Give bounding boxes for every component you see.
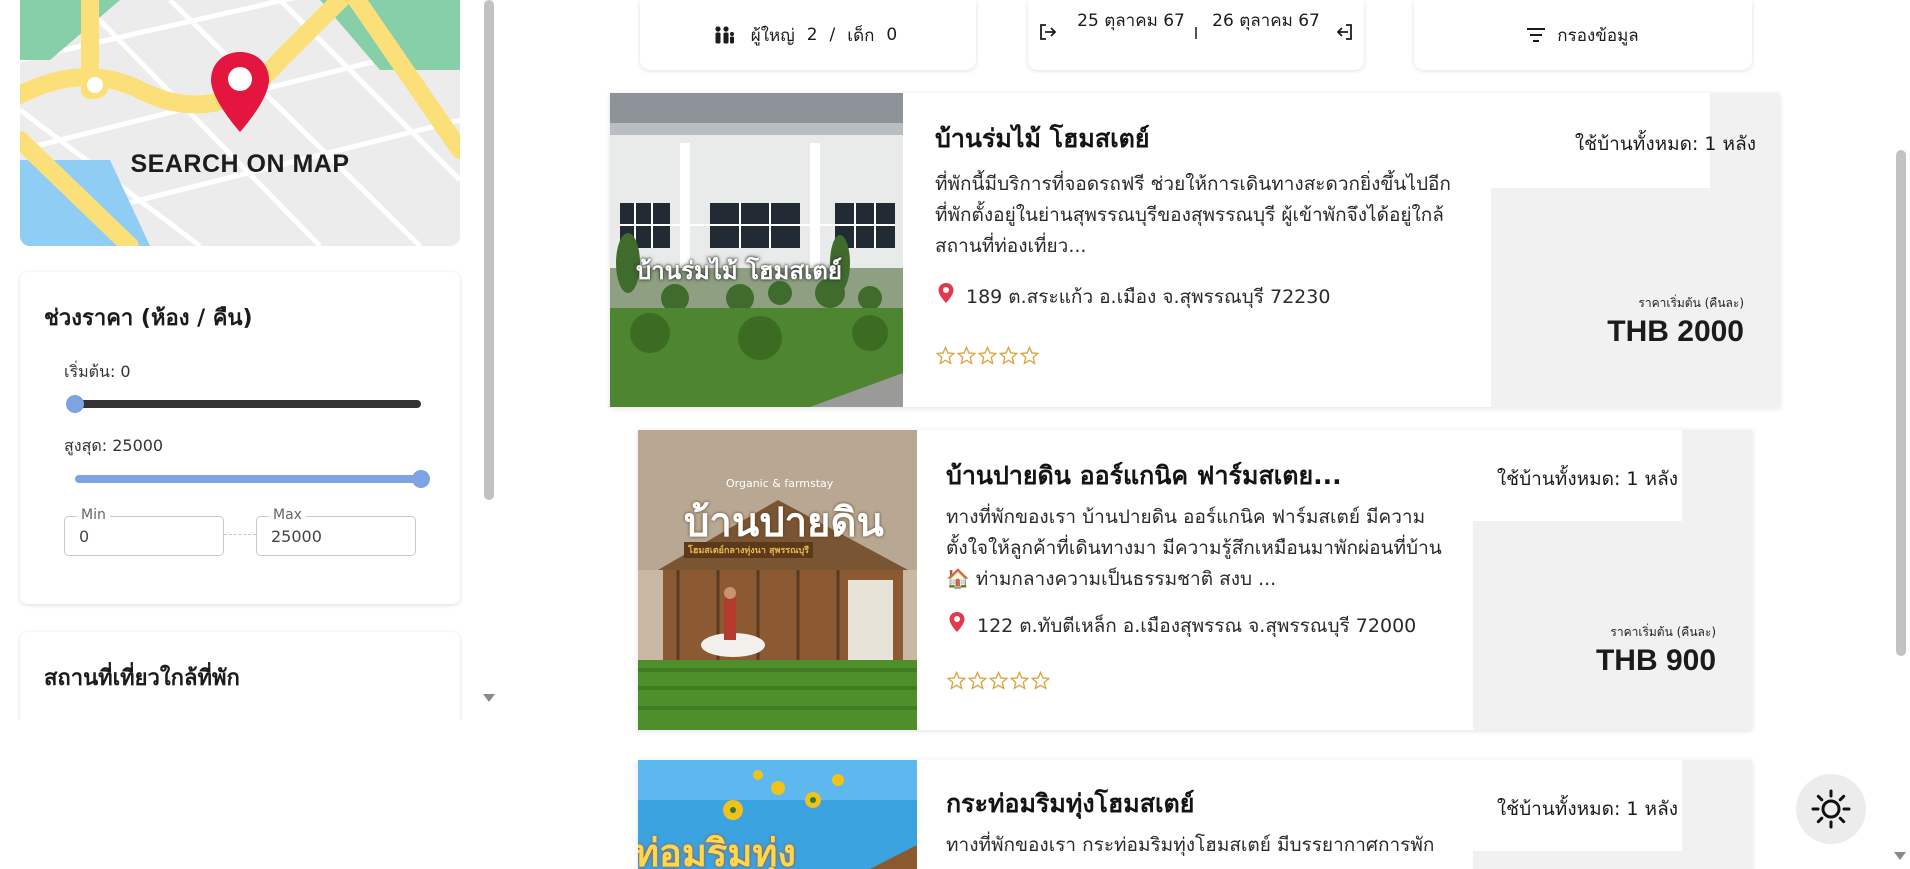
price-range-card: ช่วงราคา (ห้อง / คืน) เริ่มต้น: 0 สูงสุด… [20, 272, 460, 604]
max-price-slider-thumb[interactable] [412, 470, 430, 488]
filter-icon [1527, 28, 1546, 42]
main-scroll-down-arrow[interactable] [1894, 852, 1906, 860]
max-price-label: สูงสุด: 25000 [64, 436, 164, 455]
sidebar-scrollbar[interactable] [484, 0, 494, 500]
listing-card[interactable]: ท่อมริมทุ่ง กระท่อมริมทุ่งโฮมสเตย์ ทางที… [638, 760, 1752, 869]
listing-description: ที่พักนี้มีบริการที่จอดรถฟรี ช่วยให้การเ… [935, 173, 1451, 257]
min-price-input[interactable] [79, 527, 209, 546]
star-outline-icon [1031, 671, 1050, 690]
listing-address: 189 ต.สระแก้ว อ.เมือง จ.สุพรรณบุรี 72230 [966, 286, 1331, 308]
listing-photo-sign: ท่อมริมทุ่ง [638, 831, 796, 869]
check-out-icon [1336, 24, 1352, 40]
guests-selector[interactable]: ผู้ใหญ่ 2 / เด็ก 0 [640, 0, 976, 70]
listing-photo: บ้านร่มไม้ โฮมสเตย์ [610, 93, 903, 407]
listing-address: 122 ต.ทับตีเหล็ก อ.เมืองสุพรรณ จ.สุพรรณบ… [977, 615, 1417, 637]
children-label: เด็ก [847, 25, 875, 46]
sidebar: SEARCH ON MAP ช่วงราคา (ห้อง / คืน) เริ่… [0, 0, 500, 720]
search-on-map-card[interactable]: SEARCH ON MAP [20, 0, 460, 246]
max-price-track [75, 475, 421, 483]
check-out-date: 26 ตุลาคม 67 [1212, 11, 1320, 31]
photo-sign-subtitle: โฮมสเตย์กลางทุ่งนา สุพรรณบุรี [684, 542, 814, 558]
min-price-field[interactable]: Min [64, 507, 224, 556]
max-price-input[interactable] [271, 527, 401, 546]
main-scrollbar[interactable] [1896, 150, 1906, 656]
nearby-attractions-card: สถานที่เที่ยวใกล้ที่พัก [20, 632, 460, 720]
min-price-legend: Min [77, 507, 110, 523]
date-divider [1195, 27, 1197, 39]
check-in-icon [1040, 24, 1057, 40]
price-start-label: ราคาเริ่มต้น (คืนละ) [1638, 296, 1744, 310]
listing-card[interactable]: Organic & farmstay บ้านปายดิน โฮมสเตย์กล… [638, 430, 1752, 730]
filter-label: กรองข้อมูล [1557, 25, 1639, 46]
price-range-title: ช่วงราคา (ห้อง / คืน) [44, 306, 253, 331]
star-outline-icon [1020, 346, 1039, 365]
star-outline-icon [947, 671, 966, 690]
star-outline-icon [957, 346, 976, 365]
listing-title[interactable]: กระท่อมริมทุ่งโฮมสเตย์ [946, 784, 1194, 824]
listing-photo: ท่อมริมทุ่ง [638, 760, 917, 869]
listing-description: ทางที่พักของเรา กระท่อมริมทุ่งโฮมสเตย์ ม… [946, 834, 1435, 856]
map-pin-icon [211, 52, 269, 132]
photo-sign-small: Organic & farmstay [726, 477, 834, 490]
location-pin-icon [938, 283, 954, 303]
listing-capacity: ใช้บ้านทั้งหมด: 1 หลัง [1574, 133, 1756, 155]
listing-capacity: ใช้บ้านทั้งหมด: 1 หลัง [1496, 468, 1678, 490]
theme-toggle-button[interactable] [1796, 774, 1866, 844]
max-price-legend: Max [269, 507, 306, 523]
start-price-track [75, 400, 421, 408]
star-outline-icon [1010, 671, 1029, 690]
start-price-label: เริ่มต้น: 0 [64, 362, 131, 381]
date-range-selector[interactable]: 25 ตุลาคม 67 26 ตุลาคม 67 [1028, 0, 1364, 70]
location-pin-icon [949, 612, 965, 632]
nearby-attractions-title: สถานที่เที่ยวใกล้ที่พัก [44, 666, 240, 691]
listing-price: THB 2000 [1607, 315, 1744, 348]
people-icon [715, 26, 734, 44]
adults-count: 2 [806, 25, 818, 45]
range-divider [224, 534, 256, 535]
star-outline-icon [989, 671, 1008, 690]
children-count: 0 [886, 25, 898, 45]
listing-capacity: ใช้บ้านทั้งหมด: 1 หลัง [1496, 798, 1678, 820]
listing-card[interactable]: บ้านร่มไม้ โฮมสเตย์ บ้านร่มไม้ โฮมสเตย์ … [610, 93, 1780, 407]
page: SEARCH ON MAP ช่วงราคา (ห้อง / คืน) เริ่… [0, 0, 1910, 869]
star-outline-icon [978, 346, 997, 365]
max-price-field[interactable]: Max [256, 507, 416, 556]
adults-label: ผู้ใหญ่ [750, 25, 795, 46]
rating-stars [947, 671, 1050, 690]
listing-title[interactable]: บ้านปายดิน ออร์แกนิค ฟาร์มสเตย... [946, 456, 1342, 496]
price-start-label: ราคาเริ่มต้น (คืนละ) [1610, 625, 1716, 639]
search-on-map-label: SEARCH ON MAP [130, 150, 350, 178]
sun-icon [1811, 789, 1851, 829]
listing-title[interactable]: บ้านร่มไม้ โฮมสเตย์ [935, 119, 1150, 159]
check-in-date: 25 ตุลาคม 67 [1077, 11, 1185, 31]
start-price-slider-thumb[interactable] [66, 395, 84, 413]
guest-separator: / [829, 25, 836, 45]
listing-photo-sign: บ้านร่มไม้ โฮมสเตย์ [636, 257, 842, 285]
sidebar-scroll-down-arrow[interactable] [483, 694, 495, 702]
filter-button[interactable]: กรองข้อมูล [1414, 0, 1752, 70]
star-outline-icon [999, 346, 1018, 365]
star-outline-icon [968, 671, 987, 690]
listing-price: THB 900 [1595, 644, 1716, 677]
listing-photo: Organic & farmstay บ้านปายดิน โฮมสเตย์กล… [638, 430, 917, 730]
rating-stars [936, 346, 1039, 365]
star-outline-icon [936, 346, 955, 365]
listing-description: ทางที่พักของเรา บ้านปายดิน ออร์แกนิค ฟาร… [946, 506, 1442, 590]
